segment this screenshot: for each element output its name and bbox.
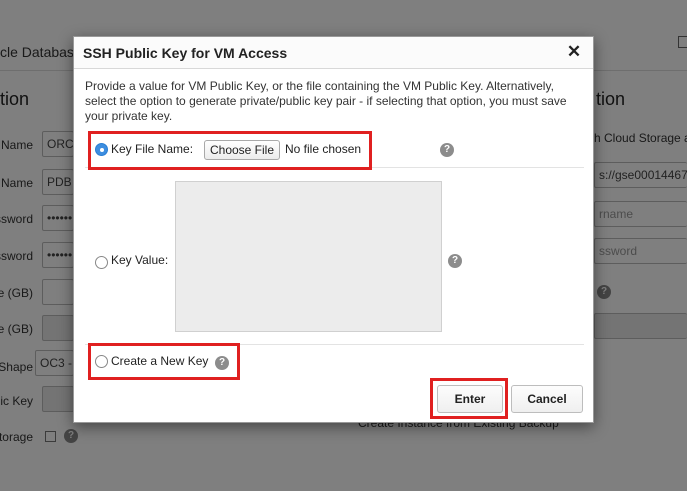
new-key-label: Create a New Key [111,354,209,368]
key-file-radio[interactable] [95,143,108,156]
new-key-help-icon[interactable]: ? [215,356,229,370]
dialog-title: SSH Public Key for VM Access [83,45,288,61]
new-key-radio[interactable] [95,355,108,368]
row-divider [85,167,584,168]
key-value-textarea[interactable] [175,181,442,332]
dialog-description: Provide a value for VM Public Key, or th… [85,79,567,123]
cancel-button[interactable]: Cancel [511,385,583,413]
choose-file-button[interactable]: Choose File [204,140,280,160]
key-file-help-icon[interactable]: ? [440,143,454,157]
close-icon[interactable]: ✕ [565,42,583,62]
key-value-label: Key Value: [111,253,169,267]
dialog-header: SSH Public Key for VM Access ✕ [74,37,593,69]
row-divider [85,344,584,345]
key-file-label: Key File Name: [111,142,194,156]
ssh-key-dialog: SSH Public Key for VM Access ✕ Provide a… [73,36,594,423]
key-value-help-icon[interactable]: ? [448,254,462,268]
key-value-radio[interactable] [95,256,108,269]
enter-button[interactable]: Enter [437,385,503,413]
file-status-text: No file chosen [285,142,362,156]
